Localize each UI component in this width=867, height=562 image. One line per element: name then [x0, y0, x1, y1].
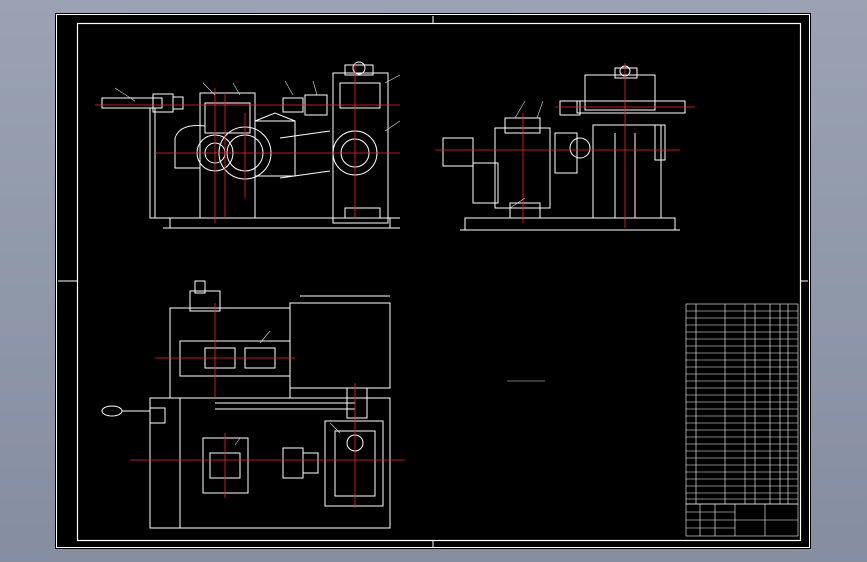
cad-drawing[interactable] [55, 13, 811, 549]
front-view-centerlines [95, 63, 400, 223]
side-view [442, 65, 686, 231]
plan-view [101, 280, 391, 529]
drawing-viewport[interactable] [55, 13, 811, 549]
title-block [685, 503, 799, 537]
parts-list [685, 303, 799, 505]
